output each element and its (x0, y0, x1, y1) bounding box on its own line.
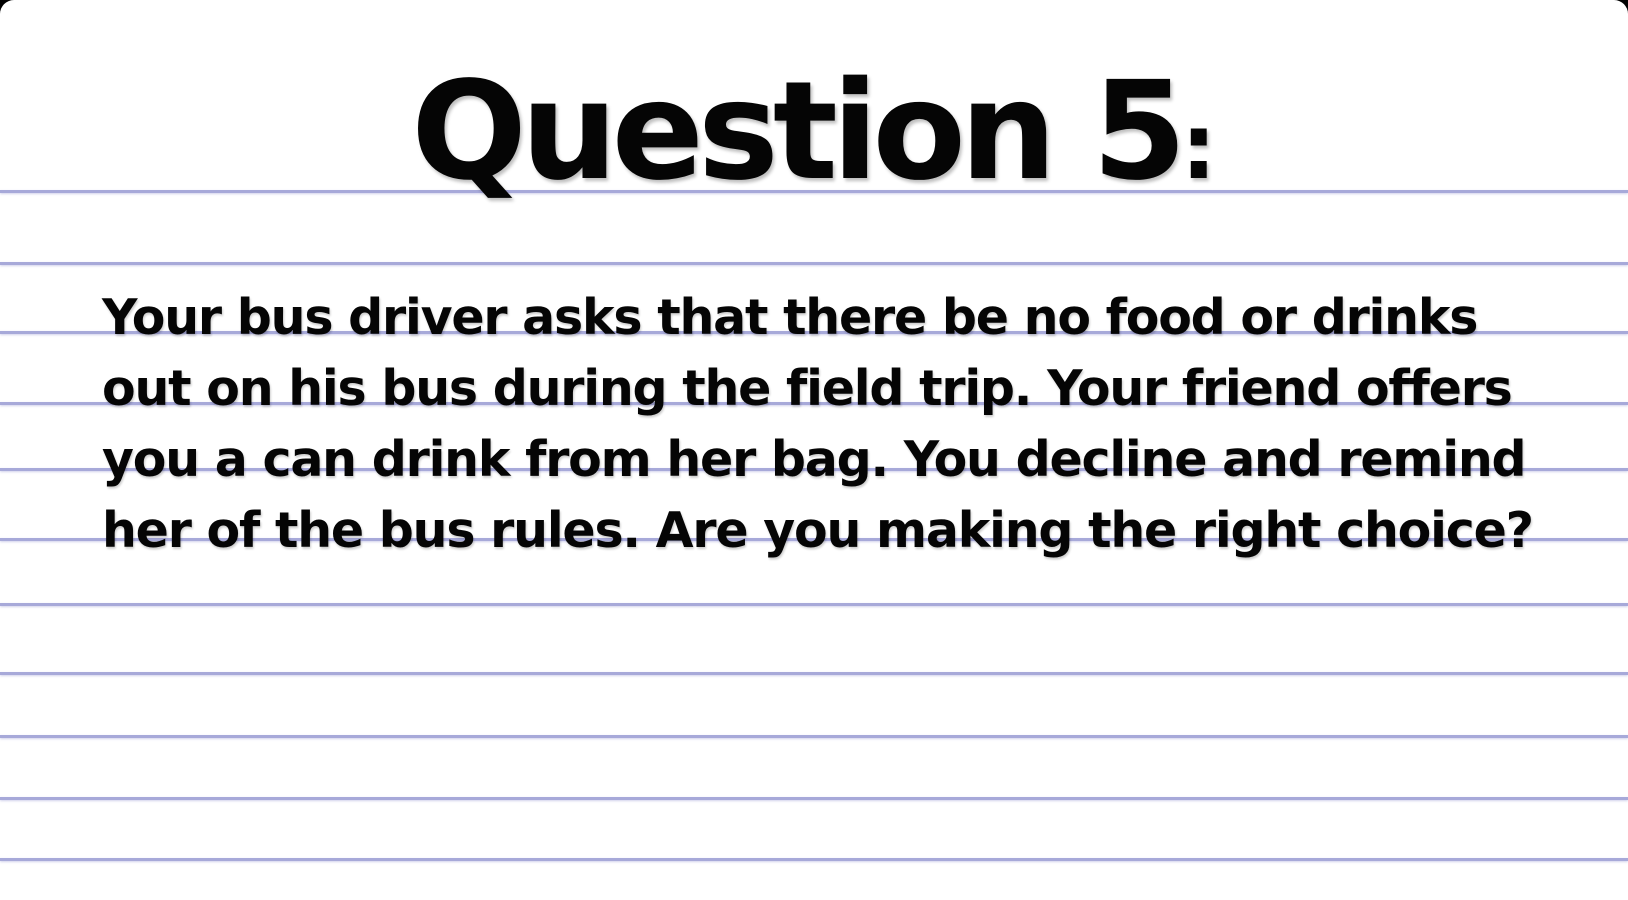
notebook-paper-card: Question 5: Your bus driver asks that th… (0, 0, 1628, 900)
ruled-line (0, 603, 1628, 606)
ruled-line (0, 262, 1628, 265)
ruled-line (0, 735, 1628, 738)
question-title-text: Question 5 (411, 53, 1186, 211)
ruled-line (0, 858, 1628, 861)
question-title-colon: : (1180, 95, 1217, 200)
ruled-line (0, 672, 1628, 675)
question-title: Question 5: (0, 52, 1628, 228)
question-body: Your bus driver asks that there be no fo… (102, 289, 1534, 559)
ruled-line (0, 797, 1628, 800)
